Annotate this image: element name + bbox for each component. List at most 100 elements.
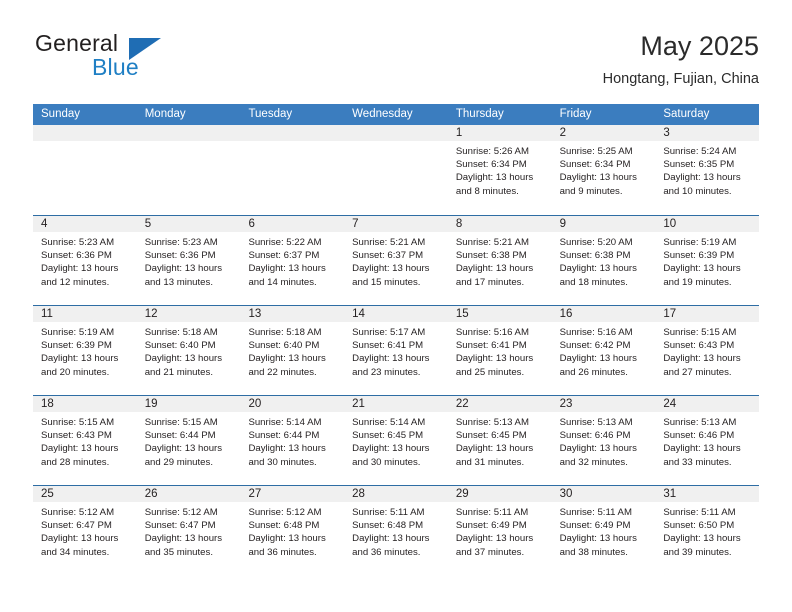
day-cell[interactable]: 21 Sunrise: 5:14 AM Sunset: 6:45 PM Dayligh… (344, 396, 448, 485)
day-details: Sunrise: 5:15 AM Sunset: 6:43 PM Daylight:… (33, 412, 137, 469)
day-cell[interactable]: 18 Sunrise: 5:15 AM Sunset: 6:43 PM Dayligh… (33, 396, 137, 485)
day-cell[interactable]: 13 Sunrise: 5:18 AM Sunset: 6:40 PM Dayligh… (240, 306, 345, 395)
day-cell[interactable]: 9 Sunrise: 5:20 AM Sunset: 6:38 PM Daylight… (551, 216, 656, 305)
day-number: 28 (344, 486, 448, 502)
daylight-text: Daylight: 13 hours and 23 minutes. (352, 353, 430, 378)
sunrise-text: Sunrise: 5:19 AM (663, 237, 737, 248)
daylight-text: Daylight: 13 hours and 21 minutes. (144, 353, 223, 378)
day-details: Sunrise: 5:23 AM Sunset: 6:36 PM Daylight:… (33, 232, 137, 289)
day-cell[interactable]: 14 Sunrise: 5:17 AM Sunset: 6:41 PM Dayligh… (344, 306, 448, 395)
sunset-text: Sunset: 6:40 PM (144, 340, 216, 352)
sunrise-text: Sunrise: 5:11 AM (352, 507, 425, 518)
day-cell[interactable]: 11 Sunrise: 5:19 AM Sunset: 6:39 PM Dayligh… (33, 306, 137, 395)
sunrise-text: Sunrise: 5:21 AM (455, 237, 529, 248)
day-details: Sunrise: 5:26 AM Sunset: 6:34 PM Daylight:… (448, 141, 552, 198)
day-cell[interactable]: 3 Sunrise: 5:24 AM Sunset: 6:35 PM Daylight… (655, 125, 760, 215)
day-cell[interactable]: 4 Sunrise: 5:23 AM Sunset: 6:36 PM Daylight… (33, 216, 137, 305)
day-details: Sunrise: 5:12 AM Sunset: 6:47 PM Daylight:… (33, 502, 137, 559)
sunset-text: Sunset: 6:41 PM (352, 340, 424, 352)
day-cell[interactable]: 30 Sunrise: 5:11 AM Sunset: 6:49 PM Dayligh… (551, 486, 656, 575)
day-number: 12 (136, 306, 241, 322)
sunset-text: Sunset: 6:34 PM (455, 159, 527, 171)
day-cell[interactable]: 28 Sunrise: 5:11 AM Sunset: 6:48 PM Dayligh… (344, 486, 448, 575)
daylight-text: Daylight: 13 hours and 22 minutes. (248, 353, 326, 378)
sunset-text: Sunset: 6:44 PM (144, 430, 216, 442)
day-details: Sunrise: 5:13 AM Sunset: 6:46 PM Daylight:… (655, 412, 759, 469)
week-row: 11 Sunrise: 5:19 AM Sunset: 6:39 PM Dayligh… (33, 305, 760, 395)
day-cell[interactable]: 29 Sunrise: 5:11 AM Sunset: 6:49 PM Dayligh… (447, 486, 552, 575)
daylight-text: Daylight: 13 hours and 38 minutes. (559, 533, 637, 558)
weekday-header-friday: Friday (559, 108, 592, 120)
day-cell[interactable]: 1 Sunrise: 5:26 AM Sunset: 6:34 PM Daylight… (447, 125, 552, 215)
day-cell[interactable]: 12 Sunrise: 5:18 AM Sunset: 6:40 PM Dayligh… (136, 306, 241, 395)
title-block: May 2025 Hongtang, Fujian, China (603, 30, 759, 88)
logo[interactable]: General Blue (33, 30, 233, 86)
day-details: Sunrise: 5:19 AM Sunset: 6:39 PM Daylight:… (33, 322, 137, 379)
day-number: 16 (551, 306, 656, 322)
day-cell[interactable]: 15 Sunrise: 5:16 AM Sunset: 6:41 PM Dayligh… (447, 306, 552, 395)
day-number: 14 (344, 306, 448, 322)
day-details: Sunrise: 5:21 AM Sunset: 6:38 PM Daylight:… (448, 232, 552, 289)
day-cell[interactable]: 24 Sunrise: 5:13 AM Sunset: 6:46 PM Dayligh… (655, 396, 760, 485)
day-cell[interactable]: 5 Sunrise: 5:23 AM Sunset: 6:36 PM Daylight… (136, 216, 241, 305)
day-cell[interactable]: 19 Sunrise: 5:15 AM Sunset: 6:44 PM Dayligh… (136, 396, 241, 485)
sunrise-text: Sunrise: 5:17 AM (352, 327, 426, 338)
day-cell[interactable]: 20 Sunrise: 5:14 AM Sunset: 6:44 PM Dayligh… (240, 396, 345, 485)
day-number (33, 125, 137, 141)
daylight-text: Daylight: 13 hours and 9 minutes. (559, 172, 637, 197)
day-number: 22 (447, 396, 552, 412)
week-row: 1 Sunrise: 5:26 AM Sunset: 6:34 PM Daylight… (33, 125, 760, 215)
daylight-text: Daylight: 13 hours and 34 minutes. (41, 533, 119, 558)
day-cell[interactable]: 10 Sunrise: 5:19 AM Sunset: 6:39 PM Dayligh… (655, 216, 760, 305)
sunset-text: Sunset: 6:40 PM (248, 340, 320, 352)
day-cell-empty (136, 125, 241, 215)
sunrise-text: Sunrise: 5:12 AM (41, 507, 115, 518)
day-cell[interactable]: 26 Sunrise: 5:12 AM Sunset: 6:47 PM Dayligh… (136, 486, 241, 575)
day-cell[interactable]: 31 Sunrise: 5:11 AM Sunset: 6:50 PM Dayligh… (655, 486, 760, 575)
sunrise-text: Sunrise: 5:16 AM (455, 327, 529, 338)
day-cell[interactable]: 27 Sunrise: 5:12 AM Sunset: 6:48 PM Dayligh… (240, 486, 345, 575)
day-cell[interactable]: 22 Sunrise: 5:13 AM Sunset: 6:45 PM Dayligh… (447, 396, 552, 485)
daylight-text: Daylight: 13 hours and 36 minutes. (248, 533, 326, 558)
day-number: 4 (33, 216, 137, 232)
sunrise-text: Sunrise: 5:26 AM (455, 146, 529, 157)
day-number: 23 (551, 396, 656, 412)
day-number: 25 (33, 486, 137, 502)
day-cell[interactable]: 16 Sunrise: 5:16 AM Sunset: 6:42 PM Dayligh… (551, 306, 656, 395)
day-details: Sunrise: 5:22 AM Sunset: 6:37 PM Daylight:… (240, 232, 344, 289)
day-details: Sunrise: 5:14 AM Sunset: 6:44 PM Daylight:… (240, 412, 344, 469)
sunset-text: Sunset: 6:50 PM (663, 520, 735, 532)
day-number: 29 (447, 486, 552, 502)
weekday-header-thursday: Thursday (455, 108, 504, 120)
sunrise-text: Sunrise: 5:15 AM (663, 327, 737, 338)
logo-text-blue: Blue (92, 54, 139, 80)
day-cell[interactable]: 2 Sunrise: 5:25 AM Sunset: 6:34 PM Daylight… (551, 125, 656, 215)
day-cell[interactable]: 17 Sunrise: 5:15 AM Sunset: 6:43 PM Dayligh… (655, 306, 760, 395)
day-cell[interactable]: 23 Sunrise: 5:13 AM Sunset: 6:46 PM Dayligh… (551, 396, 656, 485)
weekday-header-saturday: Saturday (663, 108, 710, 120)
day-cell[interactable]: 6 Sunrise: 5:22 AM Sunset: 6:37 PM Daylight… (240, 216, 345, 305)
weekday-header-sunday: Sunday (41, 108, 81, 120)
day-details: Sunrise: 5:16 AM Sunset: 6:42 PM Daylight:… (552, 322, 656, 379)
daylight-text: Daylight: 13 hours and 27 minutes. (663, 353, 741, 378)
sunset-text: Sunset: 6:47 PM (144, 520, 216, 532)
day-details: Sunrise: 5:23 AM Sunset: 6:36 PM Daylight:… (137, 232, 241, 289)
sunrise-text: Sunrise: 5:13 AM (663, 417, 737, 428)
daylight-text: Daylight: 13 hours and 20 minutes. (41, 353, 119, 378)
sunset-text: Sunset: 6:41 PM (455, 340, 527, 352)
day-details: Sunrise: 5:11 AM Sunset: 6:50 PM Daylight:… (655, 502, 759, 559)
sunset-text: Sunset: 6:39 PM (663, 250, 735, 262)
sunset-text: Sunset: 6:37 PM (352, 250, 424, 262)
day-number: 8 (447, 216, 552, 232)
day-cell[interactable]: 8 Sunrise: 5:21 AM Sunset: 6:38 PM Daylight… (447, 216, 552, 305)
day-cell[interactable]: 7 Sunrise: 5:21 AM Sunset: 6:37 PM Daylight… (344, 216, 448, 305)
day-number: 26 (136, 486, 241, 502)
day-cell[interactable]: 25 Sunrise: 5:12 AM Sunset: 6:47 PM Dayligh… (33, 486, 137, 575)
page-header: General Blue May 2025 Hongtang, Fujian, … (33, 30, 759, 96)
sunrise-text: Sunrise: 5:23 AM (41, 237, 115, 248)
day-details: Sunrise: 5:11 AM Sunset: 6:49 PM Daylight:… (448, 502, 552, 559)
daylight-text: Daylight: 13 hours and 31 minutes. (455, 443, 534, 468)
daylight-text: Daylight: 13 hours and 15 minutes. (352, 263, 430, 288)
sunrise-text: Sunrise: 5:21 AM (352, 237, 426, 248)
day-details: Sunrise: 5:13 AM Sunset: 6:45 PM Daylight:… (448, 412, 552, 469)
